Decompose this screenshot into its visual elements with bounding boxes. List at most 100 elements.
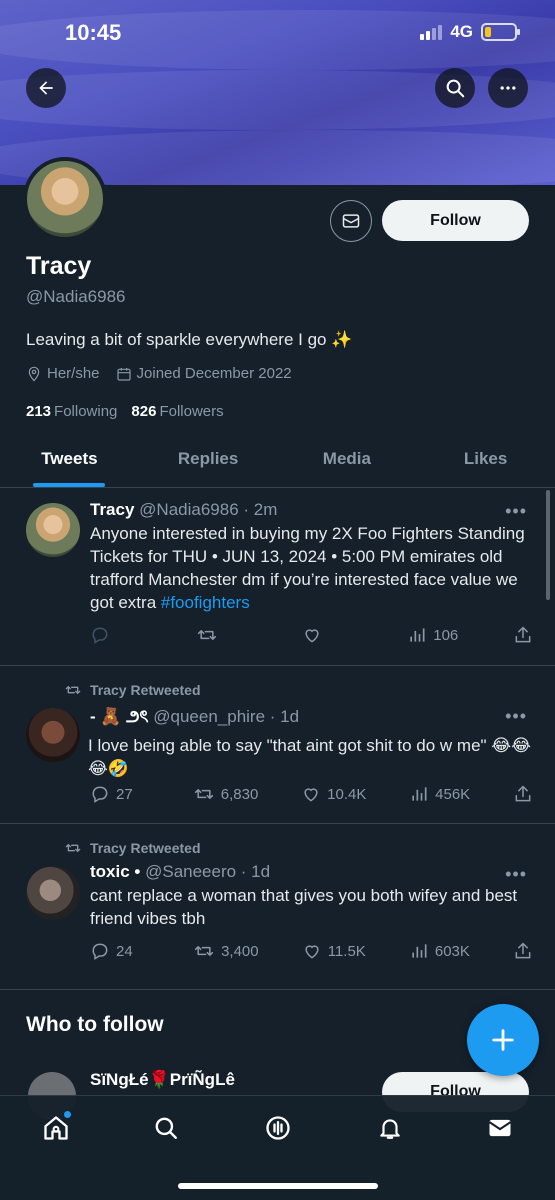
tweet-body: Tracy @Nadia6986 · 2m Anyone interested … [90, 500, 533, 614]
tab-media[interactable]: Media [278, 438, 417, 487]
pronouns: Her/she [26, 365, 100, 382]
tweet-meta: @Nadia6986 · 2m [139, 500, 278, 519]
share-button[interactable] [513, 784, 533, 804]
views-button[interactable]: 106 [407, 625, 467, 645]
heart-icon [304, 629, 319, 643]
tweet-text: Anyone interested in buying my 2X Foo Fi… [90, 522, 533, 614]
plus-icon [492, 1029, 514, 1051]
tweet-meta: @Saneeero · 1d [145, 862, 271, 881]
back-button[interactable] [26, 68, 66, 108]
home-indicator[interactable] [178, 1183, 378, 1189]
search-button[interactable] [435, 68, 475, 108]
nav-notifications[interactable] [372, 1110, 408, 1146]
tweet-text-content: Anyone interested in buying my 2X Foo Fi… [90, 524, 525, 612]
share-button[interactable] [513, 941, 533, 961]
tweet-author[interactable]: - 🧸 ౨ৎ [90, 707, 149, 726]
retweet-button[interactable]: 3,400 [193, 941, 259, 961]
tab-replies[interactable]: Replies [139, 438, 278, 487]
retweet-icon [194, 789, 213, 799]
share-button[interactable] [513, 625, 533, 645]
more-icon [500, 86, 516, 90]
calendar-icon [116, 367, 131, 381]
tweet-avatar[interactable] [26, 708, 80, 762]
tweet[interactable]: Tracy Retweeted ••• toxic • @Saneeero · … [0, 824, 555, 990]
status-time: 10:45 [65, 20, 122, 45]
following-label: Following [54, 403, 118, 420]
followers-count: 826 [131, 403, 157, 420]
retweet-label[interactable]: Tracy Retweeted [90, 840, 201, 856]
nav-spaces[interactable] [260, 1110, 296, 1146]
tweet-author[interactable]: Tracy [90, 500, 134, 519]
views-button[interactable]: 456K [409, 784, 470, 804]
tweet-meta: @queen_phire · 1d [153, 707, 300, 726]
retweet-button[interactable]: 6,830 [193, 784, 259, 804]
nav-home[interactable] [38, 1110, 74, 1146]
tweet-body: toxic • @Saneeero · 1d cant replace a wo… [90, 862, 533, 930]
following-link[interactable]: 213 Following [26, 403, 117, 420]
retweet-button[interactable] [196, 625, 256, 645]
back-arrow-icon [39, 81, 53, 95]
tweet-text: cant replace a woman that gives you both… [90, 886, 518, 928]
views-icon [412, 787, 427, 801]
like-button[interactable]: 10.4K [301, 784, 366, 804]
suggested-user-name[interactable]: SïNgŁé🌹PrïÑgLê [90, 1070, 235, 1090]
retweet-icon [194, 946, 214, 956]
retweet-indicator: Tracy Retweeted [64, 682, 201, 698]
tweet-actions: 106 [90, 625, 533, 645]
battery-level [485, 27, 491, 37]
hashtag-link[interactable]: #foofighters [161, 593, 250, 612]
tweet[interactable]: ••• Tracy @Nadia6986 · 2m Anyone interes… [0, 489, 555, 666]
follow-counts: 213 Following 826 Followers [26, 403, 224, 420]
nav-messages[interactable] [482, 1110, 518, 1146]
profile-tabs: Tweets Replies Media Likes [0, 438, 555, 488]
retweet-label[interactable]: Tracy Retweeted [90, 682, 201, 698]
like-button[interactable] [302, 625, 362, 645]
view-count: 106 [433, 626, 459, 644]
tab-likes[interactable]: Likes [416, 438, 555, 487]
compose-tweet-button[interactable] [467, 1004, 539, 1076]
profile-bio: Leaving a bit of sparkle everywhere I go… [26, 330, 353, 349]
views-icon [410, 628, 425, 642]
tweet-text: I love being able to say "that aint got … [88, 736, 532, 778]
follow-button[interactable]: Follow [382, 200, 529, 241]
nav-search[interactable] [148, 1110, 184, 1146]
reply-icon [92, 627, 108, 644]
retweet-icon [197, 630, 216, 640]
retweet-icon [65, 844, 81, 852]
profile-avatar[interactable] [23, 157, 107, 241]
more-options-button[interactable] [488, 68, 528, 108]
followers-link[interactable]: 826 Followers [131, 403, 223, 420]
tweet-author[interactable]: toxic • [90, 862, 140, 881]
reply-button[interactable]: 27 [90, 784, 150, 804]
message-button[interactable] [330, 200, 372, 242]
view-count: 456K [435, 785, 471, 803]
reply-icon [92, 943, 108, 960]
retweet-count: 6,830 [220, 785, 259, 803]
tweet-header: toxic • @Saneeero · 1d [90, 862, 533, 882]
heart-icon [304, 788, 318, 802]
envelope-icon [488, 1119, 512, 1137]
reply-button[interactable] [90, 625, 150, 645]
retweet-count: 3,400 [221, 942, 259, 960]
bell-icon [380, 1119, 400, 1139]
following-count: 213 [26, 403, 52, 420]
tweet[interactable]: Tracy Retweeted ••• - 🧸 ౨ৎ @queen_phire … [0, 666, 555, 824]
views-button[interactable]: 603K [409, 941, 470, 961]
network-type: 4G [450, 22, 473, 41]
tweet-avatar[interactable] [26, 503, 80, 557]
envelope-icon [342, 214, 360, 228]
battery-icon [481, 23, 520, 41]
retweet-icon [65, 686, 81, 694]
like-button[interactable]: 11.5K [302, 941, 366, 961]
signal-icon [420, 24, 443, 40]
search-icon [155, 1117, 177, 1139]
location-icon [28, 366, 40, 382]
search-icon [446, 79, 465, 98]
tweet-avatar[interactable] [26, 866, 80, 920]
profile-handle: @Nadia6986 [26, 287, 126, 306]
tab-tweets[interactable]: Tweets [0, 438, 139, 487]
reply-button[interactable]: 24 [90, 941, 150, 961]
like-count: 10.4K [327, 785, 367, 803]
heart-icon [305, 945, 319, 959]
spaces-icon [266, 1116, 290, 1140]
